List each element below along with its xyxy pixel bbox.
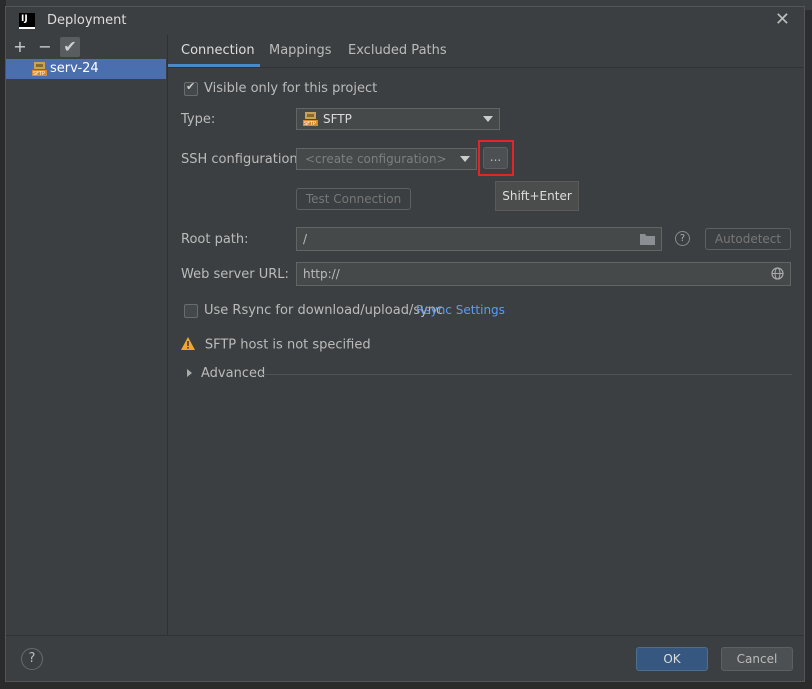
- web-url-value: http://: [303, 267, 340, 281]
- warning-text: SFTP host is not specified: [204, 337, 371, 353]
- warning-row: SFTP host is not specified: [181, 337, 371, 353]
- chevron-down-icon: [460, 156, 470, 162]
- rsync-settings-link[interactable]: Rsync Settings: [416, 303, 505, 317]
- type-select[interactable]: SFTP SFTP: [296, 108, 500, 130]
- cancel-button[interactable]: Cancel: [721, 647, 793, 671]
- sftp-type-icon: SFTP: [303, 112, 318, 129]
- server-name: serv-24: [50, 61, 99, 76]
- tab-mappings[interactable]: Mappings: [269, 43, 332, 58]
- intellij-icon: IJ: [19, 13, 35, 29]
- type-label: Type:: [181, 112, 216, 127]
- ssh-config-label: SSH configuration:: [181, 152, 303, 167]
- rsync-label: Use Rsync for download/upload/sync: [204, 303, 444, 318]
- deployment-dialog: IJ Deployment ✕ + − ✔ SFTP serv-24 Conne…: [5, 6, 805, 682]
- test-connection-button[interactable]: Test Connection: [296, 188, 411, 210]
- sftp-server-icon: SFTP: [32, 62, 47, 83]
- warning-icon: [181, 337, 195, 353]
- globe-icon[interactable]: [771, 267, 784, 283]
- visible-only-checkbox[interactable]: [184, 80, 198, 96]
- web-url-field[interactable]: http://: [296, 262, 791, 286]
- type-value: SFTP: [323, 112, 352, 126]
- rsync-checkbox[interactable]: [184, 304, 198, 318]
- browse-ssh-config-button[interactable]: ...: [483, 147, 508, 169]
- plus-icon[interactable]: +: [10, 37, 30, 57]
- svg-text:SFTP: SFTP: [33, 71, 45, 76]
- tab-connection[interactable]: Connection: [181, 43, 255, 58]
- ok-button[interactable]: OK: [636, 647, 708, 671]
- root-path-value: /: [303, 232, 308, 246]
- help-icon[interactable]: ?: [675, 231, 690, 246]
- close-icon[interactable]: ✕: [775, 9, 790, 30]
- root-path-label: Root path:: [181, 232, 249, 247]
- help-button[interactable]: ?: [21, 648, 43, 670]
- shortcut-tooltip: Shift+Enter: [495, 181, 579, 211]
- svg-text:SFTP: SFTP: [304, 121, 316, 126]
- minus-icon[interactable]: −: [35, 37, 55, 57]
- advanced-toggle[interactable]: Advanced: [201, 366, 265, 381]
- visible-only-label: Visible only for this project: [204, 81, 378, 96]
- root-path-field[interactable]: /: [296, 227, 662, 251]
- advanced-separator: [260, 374, 792, 375]
- folder-icon[interactable]: [640, 232, 655, 248]
- ssh-config-select[interactable]: <create configuration>: [296, 148, 477, 170]
- web-url-label: Web server URL:: [181, 267, 289, 282]
- tab-excluded-paths[interactable]: Excluded Paths: [348, 43, 447, 58]
- active-tab-indicator: [168, 64, 260, 67]
- check-icon[interactable]: ✔: [60, 37, 80, 57]
- dialog-titlebar: IJ Deployment ✕: [6, 7, 804, 35]
- chevron-down-icon: [483, 116, 493, 122]
- tab-strip: Connection Mappings Excluded Paths: [168, 35, 804, 68]
- server-list-panel: + − ✔ SFTP serv-24: [6, 35, 168, 635]
- server-list-item[interactable]: SFTP serv-24: [6, 59, 166, 79]
- expand-arrow-icon[interactable]: [187, 369, 192, 377]
- footer-separator: [6, 635, 804, 636]
- autodetect-button[interactable]: Autodetect: [705, 228, 791, 250]
- dialog-title: Deployment: [47, 13, 127, 28]
- ssh-config-placeholder: <create configuration>: [305, 152, 447, 166]
